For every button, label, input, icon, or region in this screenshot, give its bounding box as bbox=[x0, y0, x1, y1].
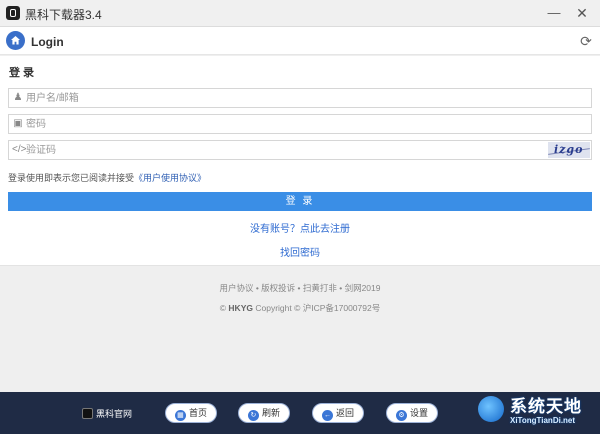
back-arrow-icon: ← bbox=[321, 410, 333, 421]
recover-password-link[interactable]: 找回密码 bbox=[0, 244, 600, 259]
copyright-symbol: © bbox=[219, 303, 227, 313]
refresh-circle-icon: ↻ bbox=[247, 410, 259, 421]
toolbar-home-button[interactable]: ▦ 首页 bbox=[165, 403, 217, 423]
login-section-title: 登 录 bbox=[9, 67, 35, 79]
watermark-title: 系统天地 bbox=[510, 397, 582, 416]
agreement-notice: 登录使用即表示您已阅读并接受《用户使用协议》 bbox=[8, 171, 206, 184]
captcha-image[interactable]: izgo bbox=[548, 142, 590, 158]
lock-icon: ▣ bbox=[13, 118, 23, 129]
login-button[interactable]: 登 录 bbox=[8, 192, 592, 211]
toolbar-back-label: 返回 bbox=[335, 408, 354, 418]
site-logo-icon bbox=[82, 408, 93, 419]
official-site-label: 黑科官网 bbox=[96, 409, 133, 419]
toolbar-refresh-label: 刷新 bbox=[261, 408, 280, 418]
site-watermark: 系统天地 XiTongTianDi.net bbox=[474, 388, 600, 434]
captcha-field[interactable]: </> izgo bbox=[8, 140, 592, 160]
refresh-icon[interactable]: ⟳ bbox=[578, 33, 594, 49]
windows-icon: ▦ bbox=[174, 410, 186, 421]
toolbar-back-button[interactable]: ← 返回 bbox=[312, 403, 364, 423]
footer-brand: HKYG bbox=[228, 303, 253, 313]
home-icon bbox=[11, 36, 20, 45]
official-site-link[interactable]: 黑科官网 bbox=[82, 407, 132, 421]
agreement-text: 登录使用即表示您已阅读并接受 bbox=[8, 173, 135, 183]
window-title: 黑科下载器3.4 bbox=[25, 8, 102, 22]
user-icon: ♟ bbox=[13, 92, 23, 103]
page-title: Login bbox=[31, 35, 64, 49]
toolbar-settings-label: 设置 bbox=[409, 408, 428, 418]
toolbar-home-label: 首页 bbox=[188, 408, 207, 418]
close-button[interactable]: ✕ bbox=[572, 4, 592, 22]
app-logo-icon bbox=[6, 6, 20, 20]
window-titlebar: 黑科下载器3.4 — ✕ bbox=[0, 0, 600, 27]
login-panel: 登 录 ♟ ▣ </> izgo 登录使用即表示您已阅读并接受《用户使用协议》 … bbox=[0, 56, 600, 266]
captcha-text: izgo bbox=[554, 143, 584, 156]
username-input[interactable] bbox=[26, 90, 546, 106]
watermark-url: XiTongTianDi.net bbox=[510, 416, 576, 425]
code-icon: </> bbox=[12, 144, 27, 155]
home-button[interactable] bbox=[6, 31, 25, 50]
password-field[interactable]: ▣ bbox=[8, 114, 592, 134]
minimize-button[interactable]: — bbox=[544, 4, 564, 22]
toolbar-settings-button[interactable]: ⚙ 设置 bbox=[386, 403, 438, 423]
gear-icon: ⚙ bbox=[395, 410, 407, 421]
page-header: Login ⟳ bbox=[0, 27, 600, 55]
toolbar-refresh-button[interactable]: ↻ 刷新 bbox=[238, 403, 290, 423]
password-input[interactable] bbox=[26, 116, 546, 132]
footer-links[interactable]: 用户协议 • 版权投诉 • 扫黄打非 • 剑网2019 bbox=[0, 282, 600, 294]
copyright-text: Copyright © 沪ICP备17000792号 bbox=[255, 303, 381, 313]
watermark-logo-icon bbox=[478, 396, 504, 422]
captcha-input[interactable] bbox=[26, 142, 546, 158]
username-field[interactable]: ♟ bbox=[8, 88, 592, 108]
agreement-link[interactable]: 《用户使用协议》 bbox=[134, 173, 206, 183]
footer-copyright: © HKYG Copyright © 沪ICP备17000792号 bbox=[0, 302, 600, 314]
register-link[interactable]: 没有账号？点此去注册 bbox=[0, 220, 600, 235]
